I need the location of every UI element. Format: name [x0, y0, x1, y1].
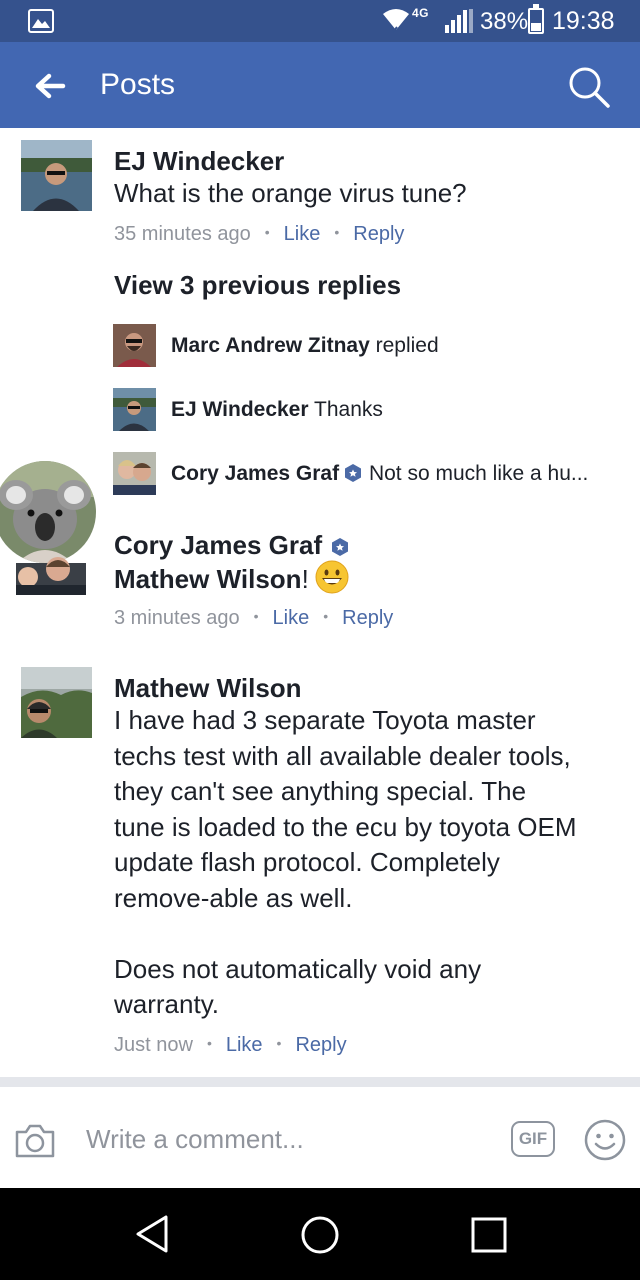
verified-badge-icon [332, 538, 349, 556]
comment-text: Mathew Wilson! [114, 560, 629, 598]
comment-text: What is the orange virus tune? [114, 178, 467, 208]
reply-preview[interactable]: Cory James Graf Not so much like a hu... [113, 452, 633, 496]
camera-button[interactable] [14, 1123, 56, 1164]
avatar [113, 324, 156, 367]
comment-meta: Just now • Like • Reply [114, 1034, 347, 1056]
reply-text: Not so much like a hu... [368, 462, 589, 485]
back-button[interactable] [30, 66, 70, 106]
nav-back-icon [136, 1215, 168, 1253]
nav-back-button[interactable] [134, 1214, 170, 1259]
divider [0, 1077, 640, 1087]
comment-author[interactable]: Mathew Wilson [114, 673, 302, 704]
avatar [113, 452, 156, 495]
comment-author[interactable]: EJ Windecker [114, 146, 284, 177]
like-button[interactable]: Like [273, 607, 310, 629]
comment-meta: 3 minutes ago • Like • Reply [114, 607, 394, 629]
reply-text: replied [375, 334, 439, 357]
avatar[interactable] [21, 667, 92, 738]
avatar [113, 388, 156, 431]
search-button[interactable] [566, 64, 612, 110]
smiley-icon [584, 1119, 626, 1161]
back-arrow-icon [35, 73, 66, 99]
reply-author: Marc Andrew Zitnay [171, 334, 370, 357]
search-icon [569, 67, 610, 108]
reply-text: Thanks [314, 398, 383, 421]
reply-button[interactable]: Reply [353, 223, 404, 245]
app-bar: Posts [0, 42, 640, 128]
like-button[interactable]: Like [226, 1034, 263, 1056]
comment-text: I have had 3 separate Toyota master tech… [114, 705, 577, 1019]
camera-icon [15, 1124, 55, 1158]
signal-icon [445, 9, 473, 33]
comment-composer: GIF [0, 1087, 640, 1188]
grinning-emoji-icon [315, 560, 349, 594]
navigation-bar [0, 1188, 640, 1280]
status-bar: 4G 38% 19:38 [0, 0, 640, 42]
network-type: 4G [412, 6, 430, 20]
page-title: Posts [100, 68, 176, 101]
nav-recents-icon [471, 1217, 507, 1253]
nav-home-button[interactable] [300, 1215, 340, 1260]
comment-meta: 35 minutes ago • Like • Reply [114, 223, 405, 245]
image-icon [28, 9, 54, 33]
sticker-button[interactable] [584, 1119, 626, 1166]
reply-preview[interactable]: Marc Andrew Zitnay replied [113, 324, 633, 368]
wifi-icon [383, 9, 409, 33]
mention-link[interactable]: Mathew Wilson [114, 564, 302, 594]
avatar[interactable] [0, 457, 98, 595]
reply-author: EJ Windecker [171, 398, 309, 421]
nav-recents-button[interactable] [470, 1216, 508, 1259]
comment-timestamp: 3 minutes ago [114, 607, 240, 629]
nav-home-icon [301, 1216, 339, 1254]
gif-button[interactable]: GIF [511, 1121, 555, 1157]
comment-author[interactable]: Cory James Graf [114, 530, 350, 561]
battery-icon [528, 4, 544, 34]
clock: 19:38 [552, 7, 615, 35]
reply-preview[interactable]: EJ Windecker Thanks [113, 388, 633, 432]
battery-percent: 38% [480, 8, 529, 35]
view-previous-replies[interactable]: View 3 previous replies [114, 270, 401, 301]
comment-timestamp: Just now [114, 1034, 193, 1056]
reply-button[interactable]: Reply [342, 607, 393, 629]
like-button[interactable]: Like [284, 223, 321, 245]
comment-timestamp: 35 minutes ago [114, 223, 251, 245]
reply-button[interactable]: Reply [295, 1034, 346, 1056]
reply-author: Cory James Graf [171, 462, 340, 485]
comment-input[interactable] [86, 1117, 486, 1161]
gif-icon: GIF [518, 1129, 548, 1148]
verified-badge-icon [345, 464, 362, 482]
avatar[interactable] [21, 140, 92, 211]
